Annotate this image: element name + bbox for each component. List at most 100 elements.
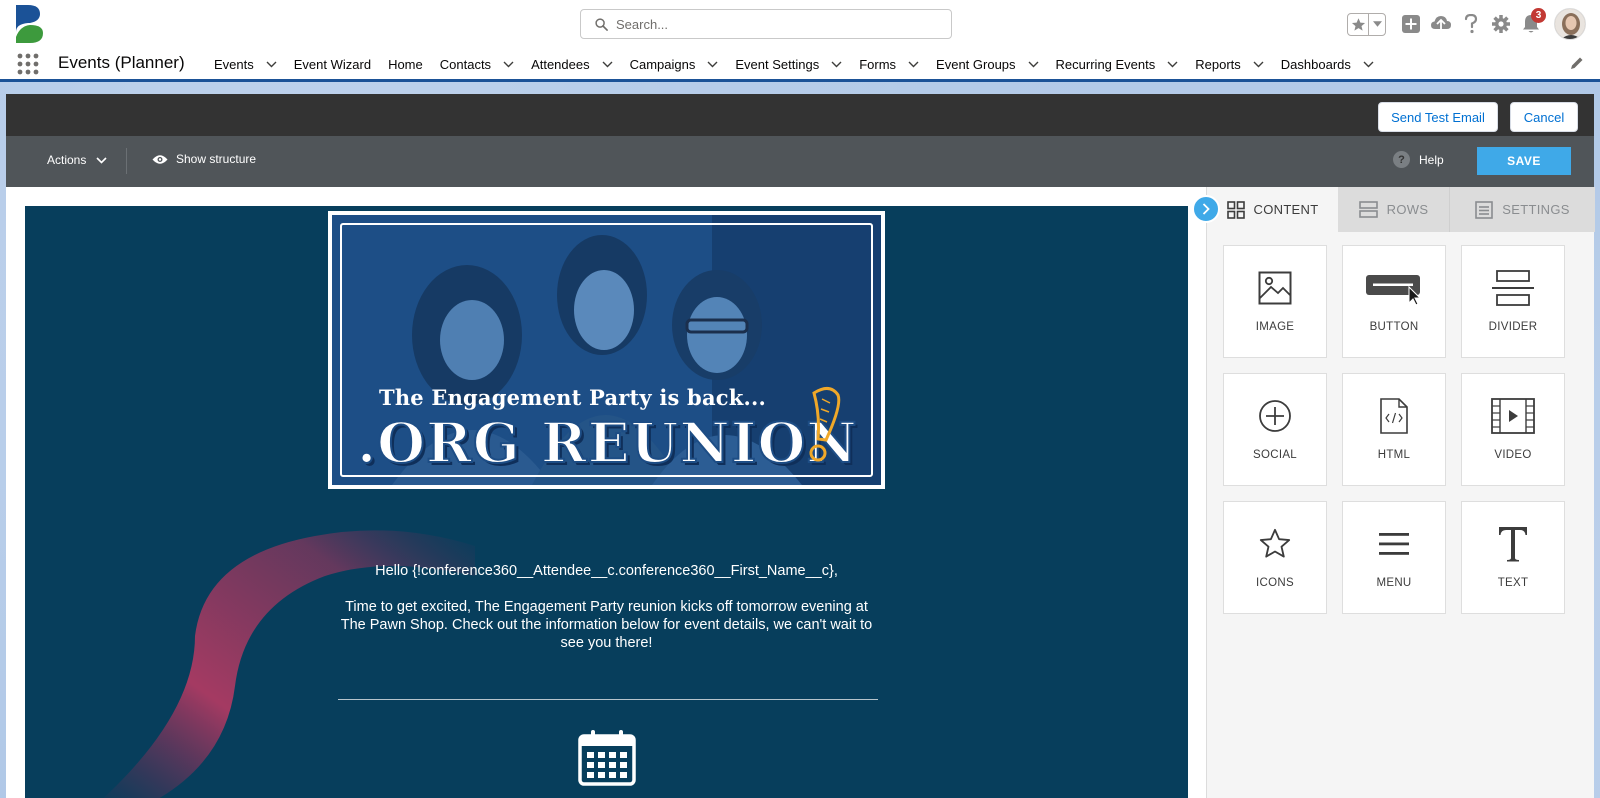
chevron-down-icon[interactable] [1028,61,1039,68]
nav-item-forms[interactable]: Forms [850,46,927,82]
panel-tabs: CONTENT ROWS SETTINGS [1207,187,1595,232]
toolbar-divider [126,148,127,174]
global-actions-icon[interactable] [1396,9,1426,39]
html-icon [1380,396,1408,436]
chevron-down-icon[interactable] [503,61,514,68]
eye-icon [152,154,168,164]
tile-label: HTML [1377,449,1411,461]
chevron-down-icon[interactable] [707,61,718,68]
help-link[interactable]: ? Help [1393,151,1444,168]
nav-item-recurring-events[interactable]: Recurring Events [1047,46,1187,82]
nav-item-attendees[interactable]: Attendees [522,46,621,82]
nav-item-contacts[interactable]: Contacts [431,46,522,82]
email-body-text[interactable]: Time to get excited, The Engagement Part… [333,598,880,652]
favorites-group [1347,12,1386,36]
app-launcher-icon[interactable] [17,53,39,75]
editor-top-bar [6,94,1594,136]
tile-html[interactable]: HTML [1342,373,1446,486]
search-input[interactable] [616,16,916,32]
hero-title: .ORG REUNION [356,409,858,476]
content-panel: CONTENT ROWS SETTINGS IMAGE BUTTON DIVID… [1206,187,1595,798]
global-search[interactable] [580,9,952,39]
nav-item-reports[interactable]: Reports [1186,46,1272,82]
nav-item-label: Attendees [531,56,590,72]
chevron-down-icon[interactable] [266,61,277,68]
tile-button[interactable]: BUTTON [1342,245,1446,358]
email-divider[interactable] [338,699,878,700]
nav-item-event-settings[interactable]: Event Settings [726,46,850,82]
tile-social[interactable]: SOCIAL [1223,373,1327,486]
help-label: Help [1419,152,1444,167]
nav-item-label: Home [388,56,423,72]
nav-item-dashboards[interactable]: Dashboards [1272,46,1382,82]
menu-icon [1377,524,1411,564]
chevron-down-icon[interactable] [1253,61,1264,68]
tile-divider[interactable]: DIVIDER [1461,245,1565,358]
grid-icon [1226,200,1245,219]
search-icon [595,17,608,31]
actions-label: Actions [47,153,87,167]
tile-label: IMAGE [1255,321,1295,333]
chevron-down-icon[interactable] [602,61,613,68]
chevron-down-icon [96,156,107,164]
save-button[interactable]: SAVE [1477,147,1571,175]
edit-nav-pencil-icon[interactable] [1570,56,1584,70]
notification-badge: 3 [1531,8,1546,23]
favorites-star-icon[interactable] [1348,13,1369,35]
nav-item-label: Forms [859,56,897,72]
nav-item-event-groups[interactable]: Event Groups [927,46,1047,82]
tile-label: MENU [1376,577,1412,589]
tile-icons[interactable]: ICONS [1223,501,1327,614]
decorative-swirl [103,530,475,798]
tile-menu[interactable]: MENU [1342,501,1446,614]
header-utility-icons: 3 [1347,8,1586,40]
hero-subtitle: The Engagement Party is back... [379,385,767,410]
tile-text[interactable]: TEXT [1461,501,1565,614]
brand-logo[interactable] [14,4,44,44]
tile-video[interactable]: VIDEO [1461,373,1565,486]
greeting-text[interactable]: Hello {!conference360__Attendee__c.confe… [328,563,885,579]
actions-dropdown[interactable]: Actions [47,153,107,167]
nav-item-label: Campaigns [629,56,696,72]
favorites-dropdown-icon[interactable] [1369,14,1385,35]
nav-item-label: Events [214,56,254,72]
nav-items: Events Event Wizard Home Contacts Attend… [205,46,1382,82]
chevron-down-icon[interactable] [1167,61,1178,68]
nav-item-label: Dashboards [1280,56,1351,72]
nav-item-label: Reports [1195,56,1241,72]
nav-item-label: Event Groups [936,56,1016,72]
chevron-right-icon [1202,203,1210,215]
chevron-down-icon[interactable] [1363,61,1374,68]
trailhead-icon[interactable] [1426,9,1456,39]
tile-image[interactable]: IMAGE [1223,245,1327,358]
show-structure-toggle[interactable]: Show structure [152,152,256,166]
calendar-icon[interactable] [577,728,637,788]
nav-item-event-wizard[interactable]: Event Wizard [285,46,379,82]
tab-rows[interactable]: ROWS [1338,187,1450,232]
video-icon [1491,396,1535,436]
tab-label: CONTENT [1253,202,1319,217]
notifications-bell-icon[interactable]: 3 [1516,8,1546,39]
tile-label: TEXT [1497,577,1529,589]
setup-gear-icon[interactable] [1486,9,1516,39]
button-icon [1365,268,1423,308]
tab-label: ROWS [1386,202,1429,217]
hero-image[interactable]: The Engagement Party is back... .ORG REU… [328,211,885,489]
collapse-panel-button[interactable] [1192,195,1220,223]
cancel-button[interactable]: Cancel [1510,102,1578,132]
nav-item-campaigns[interactable]: Campaigns [621,46,727,82]
divider-icon [1491,268,1535,308]
email-preview[interactable]: The Engagement Party is back... .ORG REU… [25,206,1188,798]
rows-icon [1358,201,1378,218]
user-avatar[interactable] [1554,8,1586,40]
nav-item-home[interactable]: Home [379,46,431,82]
global-header: 3 [0,0,1600,46]
nav-item-events[interactable]: Events [205,46,285,82]
chevron-down-icon[interactable] [831,61,842,68]
tab-content[interactable]: CONTENT [1207,187,1338,232]
tab-settings[interactable]: SETTINGS [1450,187,1595,232]
text-icon [1497,524,1529,564]
send-test-email-button[interactable]: Send Test Email [1378,102,1498,132]
chevron-down-icon[interactable] [908,61,919,68]
help-icon[interactable] [1456,9,1486,39]
